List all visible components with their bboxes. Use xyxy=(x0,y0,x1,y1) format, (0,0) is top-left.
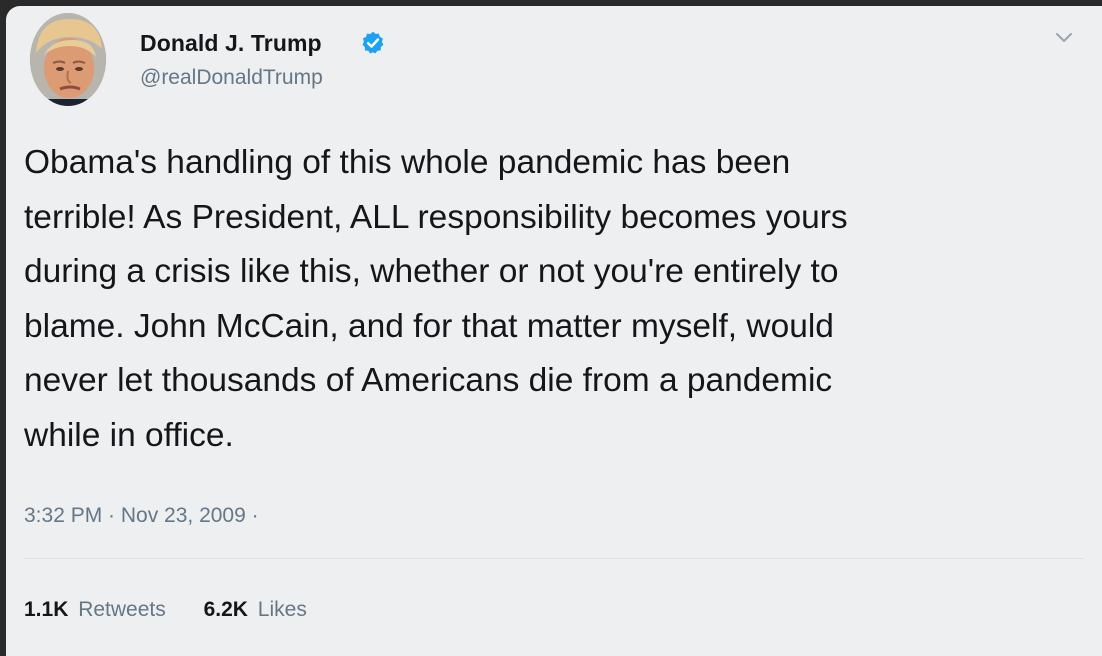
chevron-down-icon[interactable] xyxy=(1052,28,1076,48)
retweets-stat[interactable]: 1.1K Retweets xyxy=(24,598,166,622)
avatar-image xyxy=(30,13,106,106)
retweets-count: 1.1K xyxy=(24,598,69,621)
tweet-card: Donald J. Trump @realDonaldTrump Obama's… xyxy=(6,6,1102,656)
likes-stat[interactable]: 6.2K Likes xyxy=(204,598,307,622)
tweet-timestamp[interactable]: 3:32 PM · Nov 23, 2009 · xyxy=(24,504,259,528)
author-handle[interactable]: @realDonaldTrump xyxy=(140,66,323,90)
tweet-text: Obama's handling of this whole pandemic … xyxy=(24,144,848,454)
retweets-label: Retweets xyxy=(78,598,166,621)
divider xyxy=(24,558,1084,559)
likes-label: Likes xyxy=(257,598,307,621)
verified-badge-icon xyxy=(362,31,384,54)
author-name[interactable]: Donald J. Trump xyxy=(140,30,322,57)
tweet-stats: 1.1K Retweets 6.2K Likes xyxy=(24,598,339,622)
avatar[interactable] xyxy=(30,13,106,106)
likes-count: 6.2K xyxy=(203,598,248,621)
